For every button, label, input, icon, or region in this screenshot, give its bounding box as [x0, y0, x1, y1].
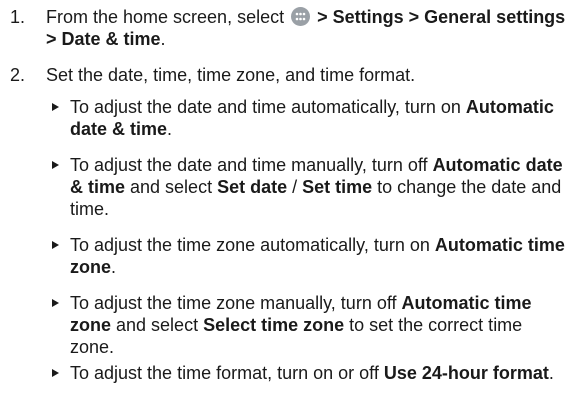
step-number: 2. — [10, 65, 26, 85]
setting-name: Set time — [302, 177, 373, 197]
step-number: 1. — [10, 7, 26, 27]
bullet-arrow-icon — [52, 369, 59, 377]
setting-name: Set date — [217, 177, 288, 197]
step-text: From the home screen, select > Settings … — [46, 6, 566, 50]
step-text-end: . — [160, 29, 166, 49]
bullet-arrow-icon — [52, 299, 59, 307]
bullet-text: To adjust the time zone manually, turn o… — [70, 293, 532, 357]
bullet-arrow-icon — [52, 103, 59, 111]
step-text: Set the date, time, time zone, and time … — [46, 65, 416, 85]
setting-name: Use 24-hour format — [383, 363, 549, 383]
step-text-prefix: From the home screen, select — [46, 7, 290, 27]
setting-name: Select time zone — [203, 315, 345, 335]
instruction-document: 1. From the home screen, select > Settin… — [0, 0, 581, 407]
bullet-arrow-icon — [52, 161, 59, 169]
bullet-text: To adjust the date and time automaticall… — [70, 97, 554, 139]
bullet-text: To adjust the time zone automatically, t… — [70, 235, 565, 277]
bullet-text: To adjust the time format, turn on or of… — [70, 363, 554, 383]
bullet-text: To adjust the date and time manually, tu… — [70, 155, 563, 219]
apps-icon — [291, 7, 311, 26]
bullet-arrow-icon — [52, 241, 59, 249]
